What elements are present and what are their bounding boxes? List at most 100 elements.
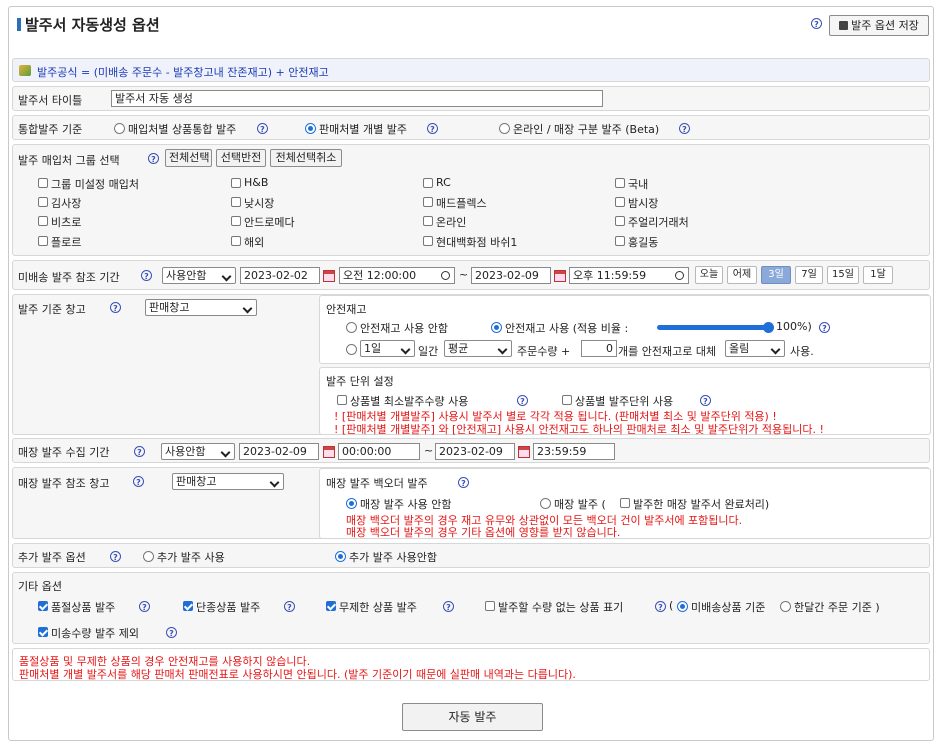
calendar-icon[interactable]	[554, 270, 566, 282]
group-checkbox[interactable]	[38, 197, 48, 207]
help-icon[interactable]: ?	[141, 270, 152, 281]
calendar-icon[interactable]	[518, 446, 530, 458]
help-icon[interactable]: ?	[427, 123, 438, 134]
group-checkbox[interactable]	[38, 216, 48, 226]
group-checkbox[interactable]	[615, 197, 625, 207]
help-icon[interactable]: ?	[700, 395, 711, 406]
group-checkbox[interactable]	[231, 236, 241, 246]
no-qty-checkbox[interactable]	[485, 601, 495, 611]
calendar-icon[interactable]	[323, 270, 335, 282]
undelivered-radio[interactable]	[677, 601, 688, 612]
store-start-date[interactable]: 2023-02-09	[239, 443, 319, 460]
safety-radio-none[interactable]	[346, 322, 357, 333]
integration-radio-channel[interactable]	[499, 123, 510, 134]
unlimited-checkbox[interactable]	[326, 601, 336, 611]
group-checkbox[interactable]	[615, 236, 625, 246]
help-icon[interactable]: ?	[443, 601, 454, 612]
group-checkbox[interactable]	[423, 197, 433, 207]
deselect-all-button[interactable]: 전체선택취소	[270, 149, 342, 167]
help-icon[interactable]: ?	[284, 601, 295, 612]
store-start-time[interactable]: 00:00:00	[338, 443, 420, 460]
period-end-time[interactable]: 오후 11:59:59	[569, 267, 689, 284]
preset-3days-button[interactable]: 3일	[761, 266, 791, 284]
backorder-complete-checkbox[interactable]	[620, 498, 630, 508]
safety-qty-input[interactable]: 0	[581, 340, 617, 357]
tilde: ~	[424, 444, 434, 457]
period-start-date[interactable]: 2023-02-02	[240, 267, 320, 284]
period-end-date[interactable]: 2023-02-09	[471, 267, 551, 284]
select-all-button[interactable]: 전체선택	[165, 149, 212, 167]
help-icon[interactable]: ?	[110, 302, 121, 313]
group-checkbox[interactable]	[38, 236, 48, 246]
calendar-icon[interactable]	[323, 446, 335, 458]
help-icon[interactable]: ?	[133, 476, 144, 487]
po-title-input[interactable]: 발주서 자동 생성	[111, 90, 603, 107]
unit-use-checkbox[interactable]	[562, 395, 572, 405]
group-checkbox[interactable]	[38, 178, 48, 188]
extra-order-row: 추가 발주 옵션 ? 추가 발주 사용 추가 발주 사용안함	[12, 543, 930, 568]
period-start-time[interactable]: 오전 12:00:00	[339, 267, 455, 284]
extra-radio-none[interactable]	[335, 551, 346, 562]
extra-opt-none: 추가 발주 사용안함	[349, 551, 437, 564]
safety-radio-period[interactable]	[346, 344, 357, 355]
help-icon[interactable]: ?	[811, 18, 822, 29]
group-checkbox[interactable]	[231, 216, 241, 226]
extra-radio-use[interactable]	[143, 551, 154, 562]
integration-label: 통합발주 기준	[18, 123, 83, 136]
warehouse-select[interactable]: 판매창고	[145, 299, 257, 316]
auto-order-button[interactable]: 자동 발주	[402, 703, 543, 731]
invert-selection-button[interactable]: 선택반전	[216, 149, 266, 167]
group-checkbox[interactable]	[231, 197, 241, 207]
group-item: 낮시장	[244, 197, 275, 210]
help-icon[interactable]: ?	[517, 395, 528, 406]
safety-period-select[interactable]: 1일	[360, 340, 415, 357]
po-title-label: 발주서 타이틀	[18, 94, 83, 107]
safety-radio-use[interactable]	[491, 322, 502, 333]
group-checkbox[interactable]	[231, 178, 241, 188]
preset-yesterday-button[interactable]: 어제	[727, 266, 757, 284]
exclude-checkbox[interactable]	[38, 627, 48, 637]
group-checkbox[interactable]	[615, 178, 625, 188]
discontinued-checkbox[interactable]	[183, 601, 193, 611]
help-icon[interactable]: ?	[655, 601, 666, 612]
group-checkbox[interactable]	[423, 178, 433, 188]
store-end-date[interactable]: 2023-02-09	[435, 443, 515, 460]
period-mode-select[interactable]: 사용안함	[162, 267, 236, 284]
soldout-checkbox[interactable]	[38, 601, 48, 611]
safety-ratio-slider[interactable]	[657, 325, 769, 330]
no-qty-label: 발주할 수량 없는 상품 표기	[498, 601, 624, 614]
store-period-mode-select[interactable]: 사용안함	[161, 443, 235, 460]
help-icon[interactable]: ?	[110, 551, 121, 562]
formula-bar: 발주공식 = (미배송 주문수 - 발주창고내 잔존재고) + 안전재고	[12, 58, 930, 82]
safety-ratio-knob[interactable]	[763, 322, 774, 333]
group-checkbox[interactable]	[423, 236, 433, 246]
store-warehouse-select[interactable]: 판매창고	[172, 473, 284, 490]
help-icon[interactable]: ?	[166, 627, 177, 638]
integration-radio-seller[interactable]	[305, 123, 316, 134]
save-options-button[interactable]: 발주 옵션 저장	[829, 15, 929, 36]
backorder-radio-none[interactable]	[346, 498, 357, 509]
group-checkbox[interactable]	[615, 216, 625, 226]
unit-title: 발주 단위 설정	[326, 375, 394, 388]
min-qty-checkbox[interactable]	[337, 395, 347, 405]
preset-1month-button[interactable]: 1달	[863, 266, 893, 284]
help-icon[interactable]: ?	[148, 153, 159, 164]
etc-title: 기타 옵션	[18, 580, 62, 593]
help-icon[interactable]: ?	[679, 123, 690, 134]
group-checkbox[interactable]	[423, 216, 433, 226]
safety-round-select[interactable]: 올림	[725, 340, 785, 357]
help-icon[interactable]: ?	[458, 477, 469, 488]
help-icon[interactable]: ?	[139, 601, 150, 612]
store-end-time[interactable]: 23:59:59	[533, 443, 615, 460]
preset-15days-button[interactable]: 15일	[827, 266, 859, 284]
preset-today-button[interactable]: 오늘	[695, 266, 723, 284]
safety-avg-select[interactable]: 평균	[444, 340, 512, 357]
backorder-radio-use[interactable]	[540, 498, 551, 509]
integration-radio-vendor[interactable]	[114, 123, 125, 134]
help-icon[interactable]: ?	[819, 322, 830, 333]
help-icon[interactable]: ?	[257, 123, 268, 134]
group-item: 안드로메다	[244, 216, 295, 229]
help-icon[interactable]: ?	[134, 446, 145, 457]
monthly-radio[interactable]	[780, 601, 791, 612]
preset-7days-button[interactable]: 7일	[795, 266, 823, 284]
